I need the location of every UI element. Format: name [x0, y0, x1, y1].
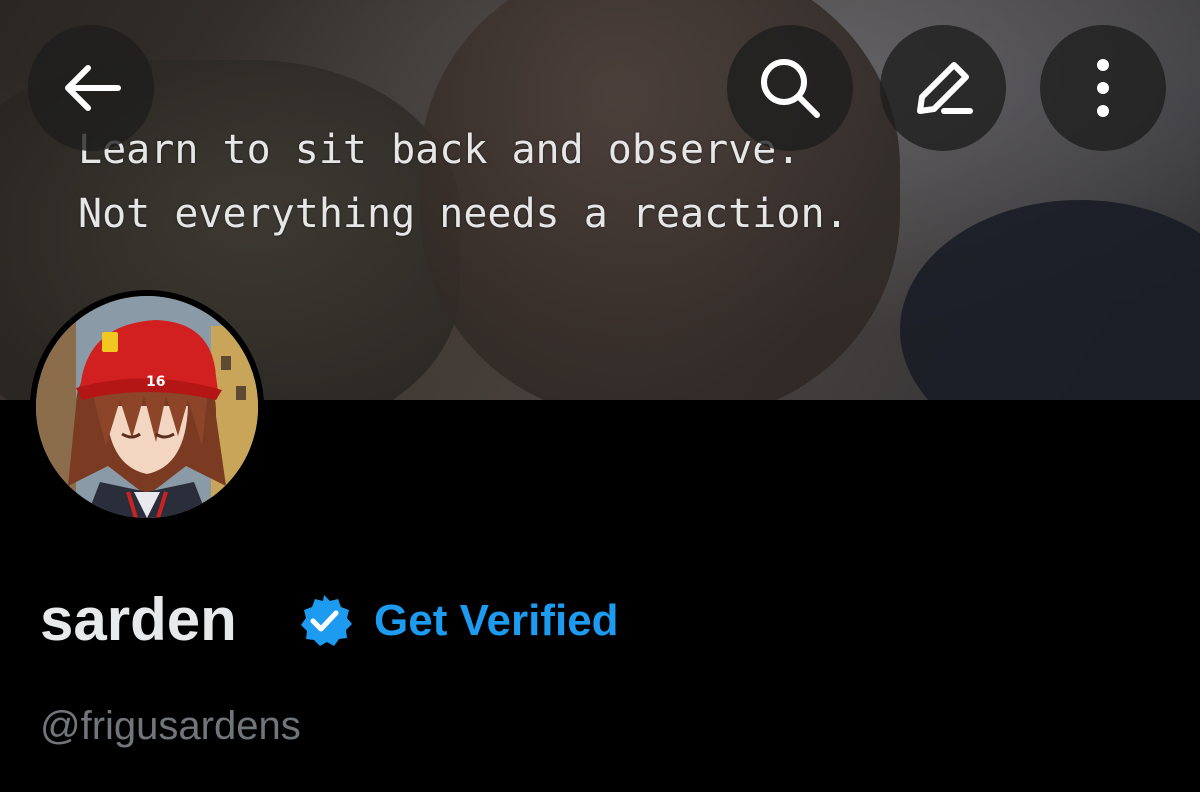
- back-button[interactable]: [28, 25, 154, 151]
- profile-display-name: sarden: [40, 586, 237, 653]
- avatar-illustration: 16: [36, 296, 258, 518]
- banner-figure-shape: [900, 200, 1200, 400]
- pencil-icon: [917, 62, 973, 114]
- edit-button[interactable]: [880, 25, 1006, 151]
- search-icon: [761, 59, 820, 118]
- more-options-button[interactable]: [1040, 25, 1166, 151]
- more-vertical-icon: [1097, 59, 1109, 117]
- profile-handle: @frigusardens: [40, 704, 301, 748]
- banner-quote-line: Learn to sit back and observe.: [78, 127, 801, 173]
- get-verified-link[interactable]: Get Verified: [374, 594, 619, 648]
- avatar-image: 16: [36, 296, 258, 518]
- search-button[interactable]: [727, 25, 853, 151]
- banner-quote: Learn to sit back and observe. Not everyt…: [78, 118, 849, 246]
- banner-quote-line: Not everything needs a reaction.: [78, 191, 849, 237]
- arrow-left-icon: [65, 65, 121, 111]
- avatar-cap-number: 16: [146, 374, 165, 390]
- verified-badge-icon: [301, 595, 352, 646]
- avatar[interactable]: 16: [30, 290, 264, 524]
